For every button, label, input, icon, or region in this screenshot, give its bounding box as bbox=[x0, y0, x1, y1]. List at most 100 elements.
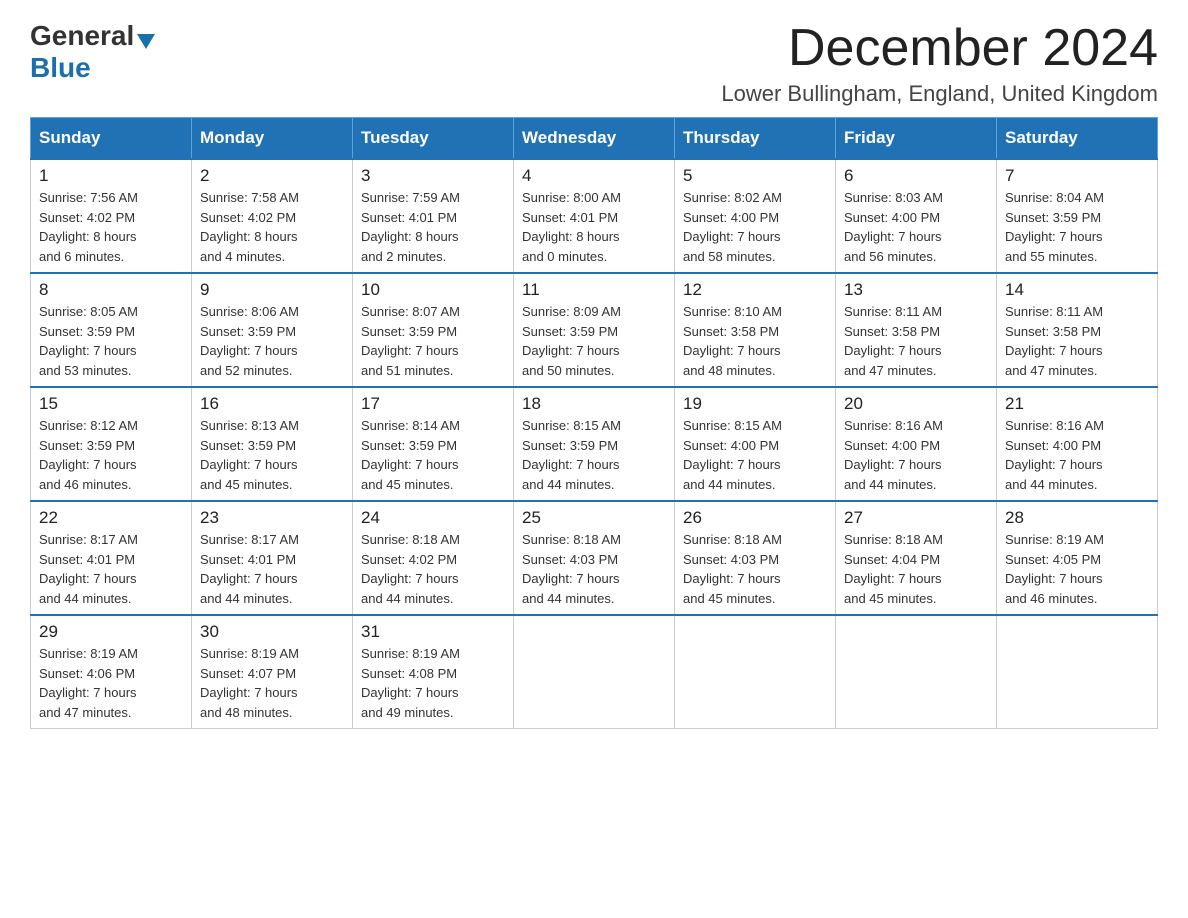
day-info: Sunrise: 8:19 AMSunset: 4:07 PMDaylight:… bbox=[200, 644, 344, 722]
col-monday: Monday bbox=[192, 118, 353, 160]
day-number: 18 bbox=[522, 394, 666, 414]
day-number: 10 bbox=[361, 280, 505, 300]
day-info: Sunrise: 8:18 AMSunset: 4:02 PMDaylight:… bbox=[361, 530, 505, 608]
day-info: Sunrise: 8:16 AMSunset: 4:00 PMDaylight:… bbox=[844, 416, 988, 494]
day-number: 8 bbox=[39, 280, 183, 300]
table-row: 27Sunrise: 8:18 AMSunset: 4:04 PMDayligh… bbox=[836, 501, 997, 615]
table-row: 28Sunrise: 8:19 AMSunset: 4:05 PMDayligh… bbox=[997, 501, 1158, 615]
calendar-week-row: 1Sunrise: 7:56 AMSunset: 4:02 PMDaylight… bbox=[31, 159, 1158, 273]
day-number: 4 bbox=[522, 166, 666, 186]
day-number: 14 bbox=[1005, 280, 1149, 300]
day-info: Sunrise: 8:19 AMSunset: 4:08 PMDaylight:… bbox=[361, 644, 505, 722]
day-info: Sunrise: 8:03 AMSunset: 4:00 PMDaylight:… bbox=[844, 188, 988, 266]
day-number: 3 bbox=[361, 166, 505, 186]
day-info: Sunrise: 8:11 AMSunset: 3:58 PMDaylight:… bbox=[844, 302, 988, 380]
table-row: 6Sunrise: 8:03 AMSunset: 4:00 PMDaylight… bbox=[836, 159, 997, 273]
calendar-week-row: 8Sunrise: 8:05 AMSunset: 3:59 PMDaylight… bbox=[31, 273, 1158, 387]
day-info: Sunrise: 8:15 AMSunset: 3:59 PMDaylight:… bbox=[522, 416, 666, 494]
table-row: 30Sunrise: 8:19 AMSunset: 4:07 PMDayligh… bbox=[192, 615, 353, 729]
table-row: 15Sunrise: 8:12 AMSunset: 3:59 PMDayligh… bbox=[31, 387, 192, 501]
col-sunday: Sunday bbox=[31, 118, 192, 160]
day-number: 27 bbox=[844, 508, 988, 528]
table-row: 26Sunrise: 8:18 AMSunset: 4:03 PMDayligh… bbox=[675, 501, 836, 615]
table-row: 22Sunrise: 8:17 AMSunset: 4:01 PMDayligh… bbox=[31, 501, 192, 615]
day-number: 9 bbox=[200, 280, 344, 300]
day-number: 12 bbox=[683, 280, 827, 300]
location-subtitle: Lower Bullingham, England, United Kingdo… bbox=[721, 81, 1158, 107]
title-block: December 2024 Lower Bullingham, England,… bbox=[721, 20, 1158, 107]
day-number: 6 bbox=[844, 166, 988, 186]
day-number: 22 bbox=[39, 508, 183, 528]
day-info: Sunrise: 8:06 AMSunset: 3:59 PMDaylight:… bbox=[200, 302, 344, 380]
day-info: Sunrise: 8:19 AMSunset: 4:05 PMDaylight:… bbox=[1005, 530, 1149, 608]
day-info: Sunrise: 8:02 AMSunset: 4:00 PMDaylight:… bbox=[683, 188, 827, 266]
day-number: 24 bbox=[361, 508, 505, 528]
day-number: 26 bbox=[683, 508, 827, 528]
table-row: 10Sunrise: 8:07 AMSunset: 3:59 PMDayligh… bbox=[353, 273, 514, 387]
table-row: 4Sunrise: 8:00 AMSunset: 4:01 PMDaylight… bbox=[514, 159, 675, 273]
day-number: 11 bbox=[522, 280, 666, 300]
day-info: Sunrise: 8:18 AMSunset: 4:03 PMDaylight:… bbox=[522, 530, 666, 608]
table-row: 24Sunrise: 8:18 AMSunset: 4:02 PMDayligh… bbox=[353, 501, 514, 615]
calendar-table: Sunday Monday Tuesday Wednesday Thursday… bbox=[30, 117, 1158, 729]
table-row: 13Sunrise: 8:11 AMSunset: 3:58 PMDayligh… bbox=[836, 273, 997, 387]
day-info: Sunrise: 8:17 AMSunset: 4:01 PMDaylight:… bbox=[39, 530, 183, 608]
col-saturday: Saturday bbox=[997, 118, 1158, 160]
day-number: 19 bbox=[683, 394, 827, 414]
table-row: 19Sunrise: 8:15 AMSunset: 4:00 PMDayligh… bbox=[675, 387, 836, 501]
table-row: 11Sunrise: 8:09 AMSunset: 3:59 PMDayligh… bbox=[514, 273, 675, 387]
calendar-week-row: 22Sunrise: 8:17 AMSunset: 4:01 PMDayligh… bbox=[31, 501, 1158, 615]
logo-blue-text: Blue bbox=[30, 52, 91, 84]
table-row bbox=[675, 615, 836, 729]
day-number: 28 bbox=[1005, 508, 1149, 528]
day-info: Sunrise: 8:11 AMSunset: 3:58 PMDaylight:… bbox=[1005, 302, 1149, 380]
table-row bbox=[836, 615, 997, 729]
table-row: 1Sunrise: 7:56 AMSunset: 4:02 PMDaylight… bbox=[31, 159, 192, 273]
day-info: Sunrise: 8:12 AMSunset: 3:59 PMDaylight:… bbox=[39, 416, 183, 494]
table-row: 8Sunrise: 8:05 AMSunset: 3:59 PMDaylight… bbox=[31, 273, 192, 387]
day-info: Sunrise: 8:00 AMSunset: 4:01 PMDaylight:… bbox=[522, 188, 666, 266]
table-row: 29Sunrise: 8:19 AMSunset: 4:06 PMDayligh… bbox=[31, 615, 192, 729]
calendar-header-row: Sunday Monday Tuesday Wednesday Thursday… bbox=[31, 118, 1158, 160]
table-row: 14Sunrise: 8:11 AMSunset: 3:58 PMDayligh… bbox=[997, 273, 1158, 387]
col-thursday: Thursday bbox=[675, 118, 836, 160]
table-row: 7Sunrise: 8:04 AMSunset: 3:59 PMDaylight… bbox=[997, 159, 1158, 273]
table-row: 5Sunrise: 8:02 AMSunset: 4:00 PMDaylight… bbox=[675, 159, 836, 273]
table-row: 23Sunrise: 8:17 AMSunset: 4:01 PMDayligh… bbox=[192, 501, 353, 615]
day-info: Sunrise: 8:16 AMSunset: 4:00 PMDaylight:… bbox=[1005, 416, 1149, 494]
day-info: Sunrise: 8:14 AMSunset: 3:59 PMDaylight:… bbox=[361, 416, 505, 494]
day-number: 5 bbox=[683, 166, 827, 186]
table-row: 16Sunrise: 8:13 AMSunset: 3:59 PMDayligh… bbox=[192, 387, 353, 501]
day-info: Sunrise: 8:18 AMSunset: 4:03 PMDaylight:… bbox=[683, 530, 827, 608]
table-row bbox=[514, 615, 675, 729]
day-number: 17 bbox=[361, 394, 505, 414]
day-number: 13 bbox=[844, 280, 988, 300]
day-number: 20 bbox=[844, 394, 988, 414]
table-row: 3Sunrise: 7:59 AMSunset: 4:01 PMDaylight… bbox=[353, 159, 514, 273]
month-year-title: December 2024 bbox=[721, 20, 1158, 77]
day-number: 15 bbox=[39, 394, 183, 414]
day-number: 29 bbox=[39, 622, 183, 642]
table-row: 9Sunrise: 8:06 AMSunset: 3:59 PMDaylight… bbox=[192, 273, 353, 387]
day-info: Sunrise: 8:10 AMSunset: 3:58 PMDaylight:… bbox=[683, 302, 827, 380]
day-info: Sunrise: 8:04 AMSunset: 3:59 PMDaylight:… bbox=[1005, 188, 1149, 266]
table-row: 18Sunrise: 8:15 AMSunset: 3:59 PMDayligh… bbox=[514, 387, 675, 501]
day-info: Sunrise: 8:13 AMSunset: 3:59 PMDaylight:… bbox=[200, 416, 344, 494]
day-info: Sunrise: 8:05 AMSunset: 3:59 PMDaylight:… bbox=[39, 302, 183, 380]
logo: General Blue bbox=[30, 20, 155, 84]
day-info: Sunrise: 7:56 AMSunset: 4:02 PMDaylight:… bbox=[39, 188, 183, 266]
day-info: Sunrise: 7:59 AMSunset: 4:01 PMDaylight:… bbox=[361, 188, 505, 266]
table-row: 12Sunrise: 8:10 AMSunset: 3:58 PMDayligh… bbox=[675, 273, 836, 387]
day-info: Sunrise: 8:15 AMSunset: 4:00 PMDaylight:… bbox=[683, 416, 827, 494]
day-number: 25 bbox=[522, 508, 666, 528]
logo-triangle-icon bbox=[137, 34, 155, 49]
day-number: 31 bbox=[361, 622, 505, 642]
day-info: Sunrise: 8:18 AMSunset: 4:04 PMDaylight:… bbox=[844, 530, 988, 608]
table-row: 25Sunrise: 8:18 AMSunset: 4:03 PMDayligh… bbox=[514, 501, 675, 615]
day-number: 1 bbox=[39, 166, 183, 186]
table-row bbox=[997, 615, 1158, 729]
table-row: 21Sunrise: 8:16 AMSunset: 4:00 PMDayligh… bbox=[997, 387, 1158, 501]
day-number: 21 bbox=[1005, 394, 1149, 414]
day-info: Sunrise: 8:19 AMSunset: 4:06 PMDaylight:… bbox=[39, 644, 183, 722]
col-tuesday: Tuesday bbox=[353, 118, 514, 160]
